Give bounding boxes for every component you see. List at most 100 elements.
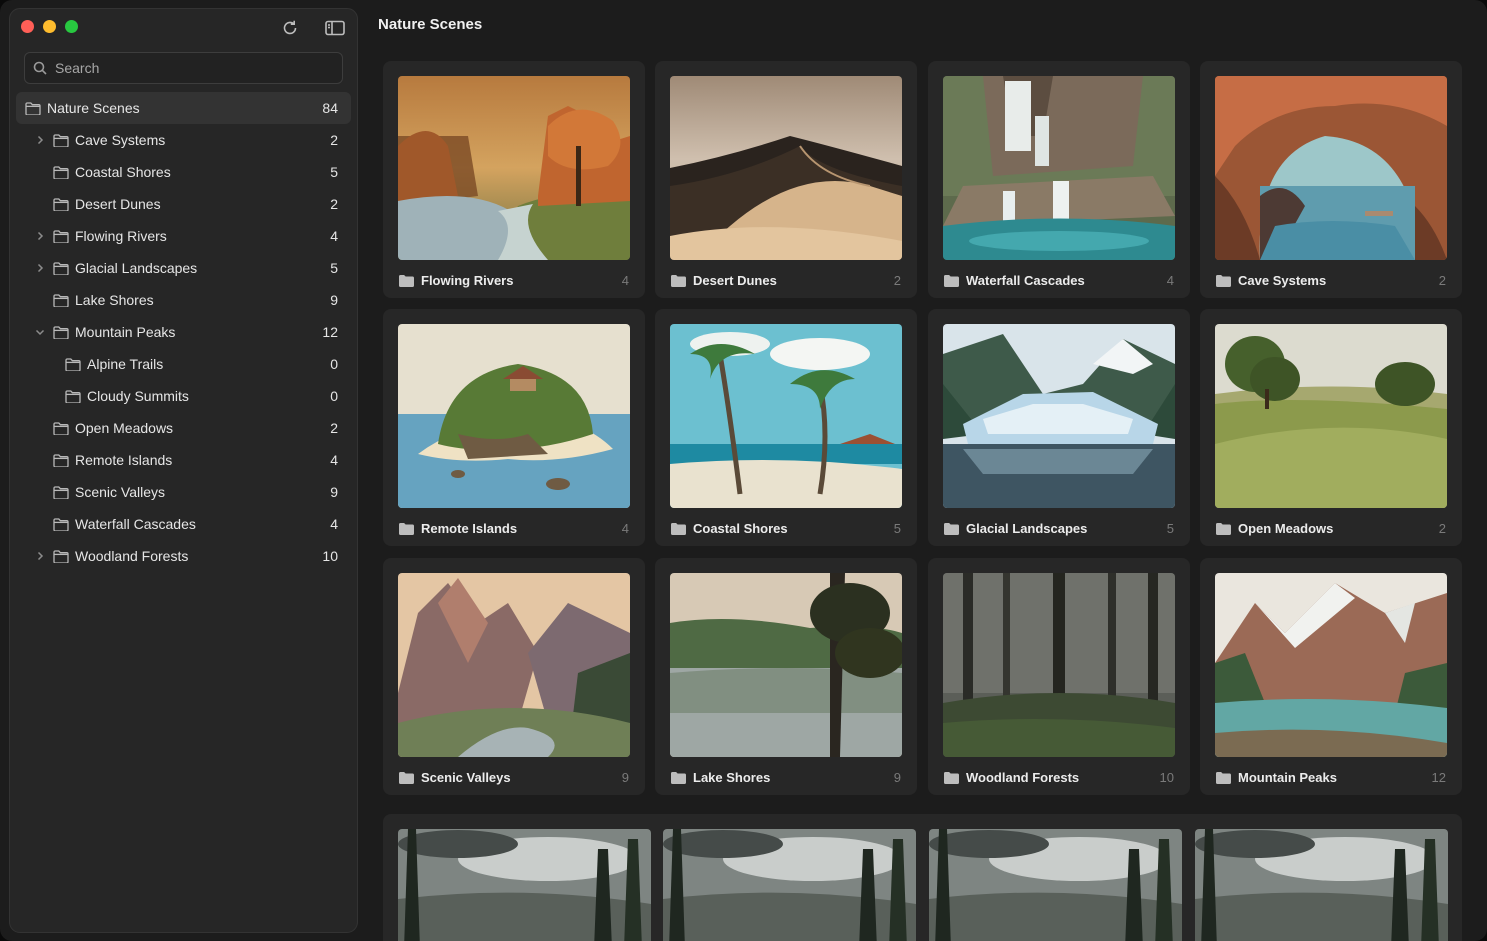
close-button[interactable] bbox=[21, 20, 34, 33]
folder-thumbnail bbox=[943, 324, 1175, 508]
refresh-button[interactable] bbox=[279, 17, 301, 39]
app-window: Nature Scenes 84 Cave Systems 2 Coastal Shor… bbox=[0, 0, 1487, 941]
sidebar-item-lake-shores[interactable]: Lake Shores 9 bbox=[16, 284, 351, 316]
folder-icon bbox=[25, 101, 41, 115]
folder-icon bbox=[399, 522, 415, 535]
sidebar-item-cave-systems[interactable]: Cave Systems 2 bbox=[16, 124, 351, 156]
sidebar-item-count: 0 bbox=[330, 388, 338, 404]
folder-card-flowing-rivers[interactable]: Flowing Rivers 4 bbox=[383, 61, 645, 298]
folder-card-scenic-valleys[interactable]: Scenic Valleys 9 bbox=[383, 558, 645, 795]
folder-thumbnail bbox=[1215, 324, 1447, 508]
folder-card-count: 5 bbox=[893, 520, 901, 536]
sidebar-item-alpine-trails[interactable]: Alpine Trails 0 bbox=[16, 348, 351, 380]
sidebar-item-flowing-rivers[interactable]: Flowing Rivers 4 bbox=[16, 220, 351, 252]
folder-card-name: Remote Islands bbox=[421, 520, 518, 536]
folder-card-name: Scenic Valleys bbox=[421, 769, 511, 785]
folder-card-cave-systems[interactable]: Cave Systems 2 bbox=[1200, 61, 1462, 298]
search-input[interactable] bbox=[55, 60, 325, 76]
folder-card-name: Cave Systems bbox=[1238, 272, 1327, 288]
folder-icon bbox=[671, 522, 687, 535]
folder-card-remote-islands[interactable]: Remote Islands 4 bbox=[383, 309, 645, 546]
folder-icon bbox=[671, 274, 687, 287]
chevron-right-icon[interactable] bbox=[34, 134, 46, 146]
folder-card-count: 2 bbox=[893, 272, 901, 288]
folder-thumbnail bbox=[943, 76, 1175, 260]
sidebar-item-mountain-peaks[interactable]: Mountain Peaks 12 bbox=[16, 316, 351, 348]
refresh-icon bbox=[283, 20, 297, 35]
folder-icon bbox=[399, 771, 415, 784]
folder-icon bbox=[53, 517, 69, 531]
card-footer: Scenic Valleys 9 bbox=[399, 769, 629, 785]
sidebar-toggle-icon bbox=[325, 20, 345, 36]
sidebar-item-woodland-forests[interactable]: Woodland Forests 10 bbox=[16, 540, 351, 572]
sidebar-item-count: 4 bbox=[330, 516, 338, 532]
folder-card-name: Glacial Landscapes bbox=[966, 520, 1088, 536]
folder-icon bbox=[1216, 771, 1232, 784]
sidebar-item-open-meadows[interactable]: Open Meadows 2 bbox=[16, 412, 351, 444]
folder-card-count: 4 bbox=[621, 520, 629, 536]
minimize-button[interactable] bbox=[43, 20, 56, 33]
folder-icon bbox=[671, 771, 687, 784]
folder-card-mountain-peaks[interactable]: Mountain Peaks 12 bbox=[1200, 558, 1462, 795]
folder-icon bbox=[53, 421, 69, 435]
folder-card-count: 9 bbox=[621, 769, 629, 785]
sidebar-item-glacial-landscapes[interactable]: Glacial Landscapes 5 bbox=[16, 252, 351, 284]
card-footer: Glacial Landscapes 5 bbox=[944, 520, 1174, 536]
folder-card-lake-shores[interactable]: Lake Shores 9 bbox=[655, 558, 917, 795]
folder-card-waterfall-cascades[interactable]: Waterfall Cascades 4 bbox=[928, 61, 1190, 298]
card-footer: Cave Systems 2 bbox=[1216, 272, 1446, 288]
sidebar-item-count: 5 bbox=[330, 260, 338, 276]
chevron-right-icon[interactable] bbox=[34, 262, 46, 274]
folder-thumbnail bbox=[670, 76, 902, 260]
folder-card-glacial-landscapes[interactable]: Glacial Landscapes 5 bbox=[928, 309, 1190, 546]
sidebar-item-label: Glacial Landscapes bbox=[75, 260, 198, 276]
photo-strip bbox=[383, 814, 1462, 941]
sidebar-item-desert-dunes[interactable]: Desert Dunes 2 bbox=[16, 188, 351, 220]
photo-thumbnail[interactable] bbox=[929, 829, 1182, 941]
folder-card-woodland-forests[interactable]: Woodland Forests 10 bbox=[928, 558, 1190, 795]
sidebar-item-count: 9 bbox=[330, 292, 338, 308]
sidebar-item-scenic-valleys[interactable]: Scenic Valleys 9 bbox=[16, 476, 351, 508]
folder-icon bbox=[65, 357, 81, 371]
sidebar-item-nature-scenes[interactable]: Nature Scenes 84 bbox=[16, 92, 351, 124]
card-footer: Waterfall Cascades 4 bbox=[944, 272, 1174, 288]
folder-card-count: 10 bbox=[1159, 769, 1174, 785]
sidebar-item-count: 9 bbox=[330, 484, 338, 500]
folder-card-count: 2 bbox=[1438, 520, 1446, 536]
folder-card-name: Woodland Forests bbox=[966, 769, 1080, 785]
folder-icon bbox=[65, 389, 81, 403]
folder-card-count: 4 bbox=[1166, 272, 1174, 288]
folder-card-coastal-shores[interactable]: Coastal Shores 5 bbox=[655, 309, 917, 546]
photo-thumbnail[interactable] bbox=[1195, 829, 1448, 941]
folder-card-desert-dunes[interactable]: Desert Dunes 2 bbox=[655, 61, 917, 298]
chevron-right-icon[interactable] bbox=[34, 230, 46, 242]
folder-icon bbox=[944, 274, 960, 287]
folder-icon bbox=[53, 261, 69, 275]
folder-card-name: Coastal Shores bbox=[693, 520, 788, 536]
search-field[interactable] bbox=[24, 52, 343, 84]
folder-card-open-meadows[interactable]: Open Meadows 2 bbox=[1200, 309, 1462, 546]
card-footer: Lake Shores 9 bbox=[671, 769, 901, 785]
photo-thumbnail[interactable] bbox=[663, 829, 916, 941]
window-controls bbox=[21, 20, 78, 33]
sidebar: Nature Scenes 84 Cave Systems 2 Coastal Shor… bbox=[9, 8, 358, 933]
folder-thumbnail bbox=[398, 573, 630, 757]
sidebar-item-label: Alpine Trails bbox=[87, 356, 164, 372]
folder-card-name: Open Meadows bbox=[1238, 520, 1334, 536]
sidebar-item-remote-islands[interactable]: Remote Islands 4 bbox=[16, 444, 351, 476]
sidebar-item-label: Scenic Valleys bbox=[75, 484, 166, 500]
sidebar-item-cloudy-summits[interactable]: Cloudy Summits 0 bbox=[16, 380, 351, 412]
folder-icon bbox=[53, 229, 69, 243]
sidebar-toggle-button[interactable] bbox=[324, 17, 346, 39]
card-footer: Remote Islands 4 bbox=[399, 520, 629, 536]
folder-card-count: 2 bbox=[1438, 272, 1446, 288]
card-footer: Open Meadows 2 bbox=[1216, 520, 1446, 536]
chevron-right-icon[interactable] bbox=[34, 550, 46, 562]
sidebar-item-count: 2 bbox=[330, 420, 338, 436]
photo-thumbnail[interactable] bbox=[398, 829, 651, 941]
sidebar-item-coastal-shores[interactable]: Coastal Shores 5 bbox=[16, 156, 351, 188]
sidebar-item-label: Waterfall Cascades bbox=[75, 516, 196, 532]
zoom-button[interactable] bbox=[65, 20, 78, 33]
chevron-down-icon[interactable] bbox=[34, 326, 46, 338]
sidebar-item-waterfall-cascades[interactable]: Waterfall Cascades 4 bbox=[16, 508, 351, 540]
